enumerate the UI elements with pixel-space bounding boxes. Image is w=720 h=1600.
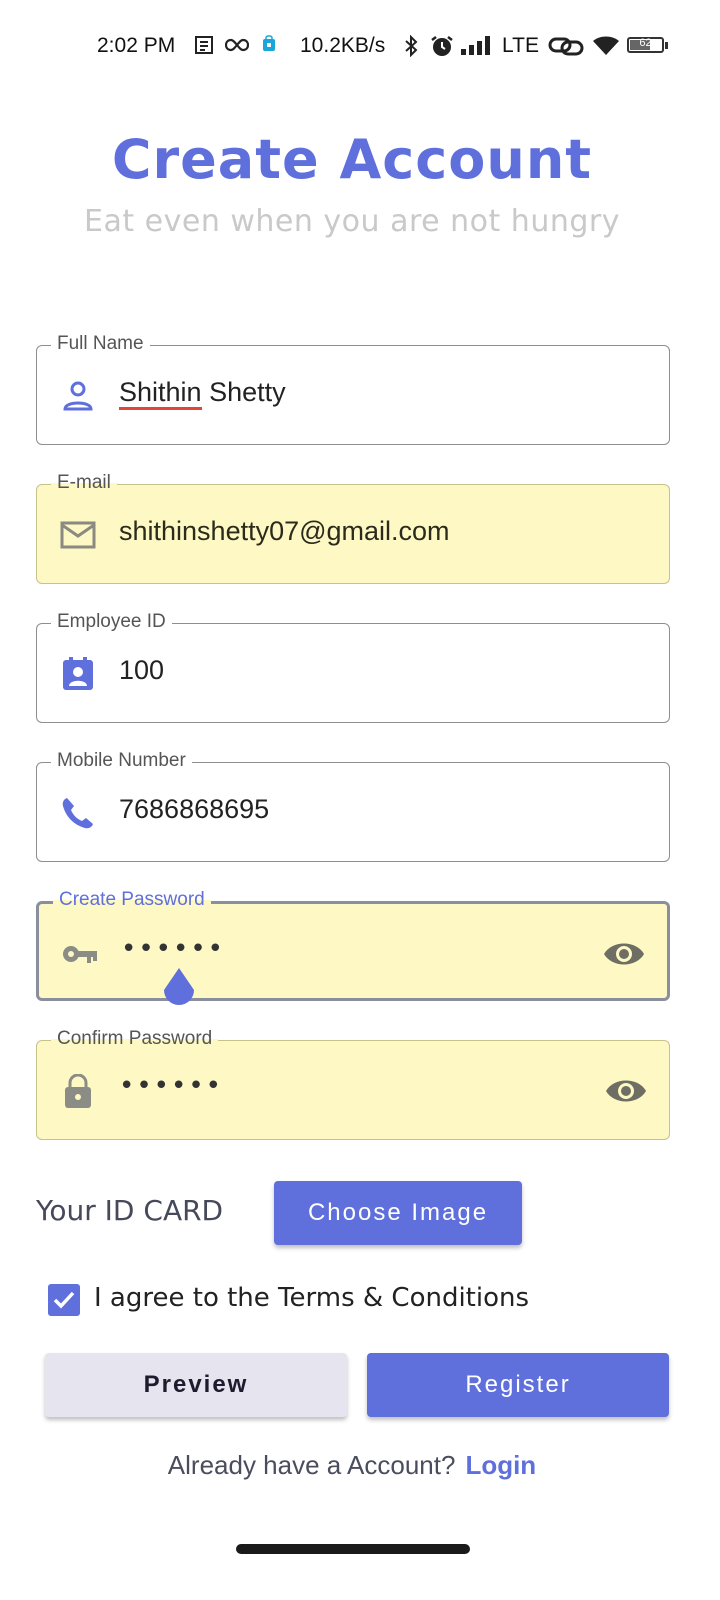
id-card-label: Your ID CARD — [36, 1194, 224, 1227]
status-speed: 10.2KB/s — [300, 34, 386, 57]
employee-id-value[interactable]: 100 — [119, 655, 164, 686]
mobile-number-value[interactable]: 7686868695 — [119, 794, 269, 825]
full-name-first: Shithin — [119, 377, 202, 410]
terms-checkbox[interactable] — [48, 1284, 80, 1316]
full-name-value[interactable]: Shithin Shetty — [119, 377, 286, 410]
signal-icon — [461, 36, 490, 55]
full-name-field[interactable]: Full Name Shithin Shetty — [36, 332, 670, 445]
check-icon — [53, 1291, 75, 1309]
login-question: Already have a Account? — [167, 1450, 456, 1480]
bluetooth-icon — [405, 35, 418, 57]
app-icon — [263, 35, 275, 51]
infinity-icon — [225, 38, 249, 52]
create-password-value[interactable]: •••••• — [121, 934, 225, 964]
status-bar: 2:02 PM 10.2KB/s LTE 62 — [0, 22, 720, 70]
battery-level: 62 — [639, 37, 652, 49]
full-name-label: Full Name — [51, 332, 150, 356]
choose-image-button[interactable]: Choose Image — [274, 1181, 522, 1245]
mobile-number-field[interactable]: Mobile Number 7686868695 — [36, 749, 670, 862]
page-subtitle: Eat even when you are not hungry — [84, 204, 620, 239]
home-indicator[interactable] — [236, 1544, 470, 1554]
email-label: E-mail — [51, 471, 117, 495]
person-icon — [63, 381, 93, 411]
register-button[interactable]: Register — [367, 1353, 669, 1417]
status-time: 2:02 PM — [97, 34, 176, 57]
login-prompt: Already have a Account? Login — [0, 1450, 704, 1481]
employee-id-field[interactable]: Employee ID 100 — [36, 610, 670, 723]
login-link[interactable]: Login — [465, 1450, 536, 1480]
phone-icon — [62, 798, 93, 829]
preview-button[interactable]: Preview — [45, 1353, 347, 1417]
link-icon — [548, 37, 584, 56]
mobile-number-label: Mobile Number — [51, 749, 192, 773]
terms-label[interactable]: I agree to the Terms & Conditions — [94, 1283, 529, 1313]
alarm-icon — [431, 36, 453, 56]
employee-id-label: Employee ID — [51, 610, 172, 634]
confirm-password-field[interactable]: Confirm Password •••••• — [36, 1027, 670, 1140]
text-cursor-handle[interactable] — [161, 968, 197, 1012]
eye-icon[interactable] — [605, 1074, 647, 1108]
email-value[interactable]: shithinshetty07@gmail.com — [119, 516, 450, 547]
battery-icon: 62 — [627, 37, 664, 53]
email-field[interactable]: E-mail shithinshetty07@gmail.com — [36, 471, 670, 584]
status-network: LTE — [502, 34, 539, 57]
notes-icon — [195, 36, 213, 54]
page-title: Create Account — [111, 128, 593, 191]
mail-icon — [60, 521, 96, 549]
create-password-label: Create Password — [53, 888, 211, 912]
eye-icon[interactable] — [603, 937, 645, 971]
full-name-rest: Shetty — [201, 377, 286, 407]
confirm-password-value[interactable]: •••••• — [119, 1071, 223, 1101]
wifi-icon — [593, 36, 619, 55]
key-icon — [63, 946, 97, 963]
confirm-password-label: Confirm Password — [51, 1027, 219, 1051]
lock-icon — [65, 1074, 91, 1108]
create-password-field[interactable]: Create Password •••••• — [36, 888, 670, 1001]
badge-icon — [63, 657, 93, 690]
